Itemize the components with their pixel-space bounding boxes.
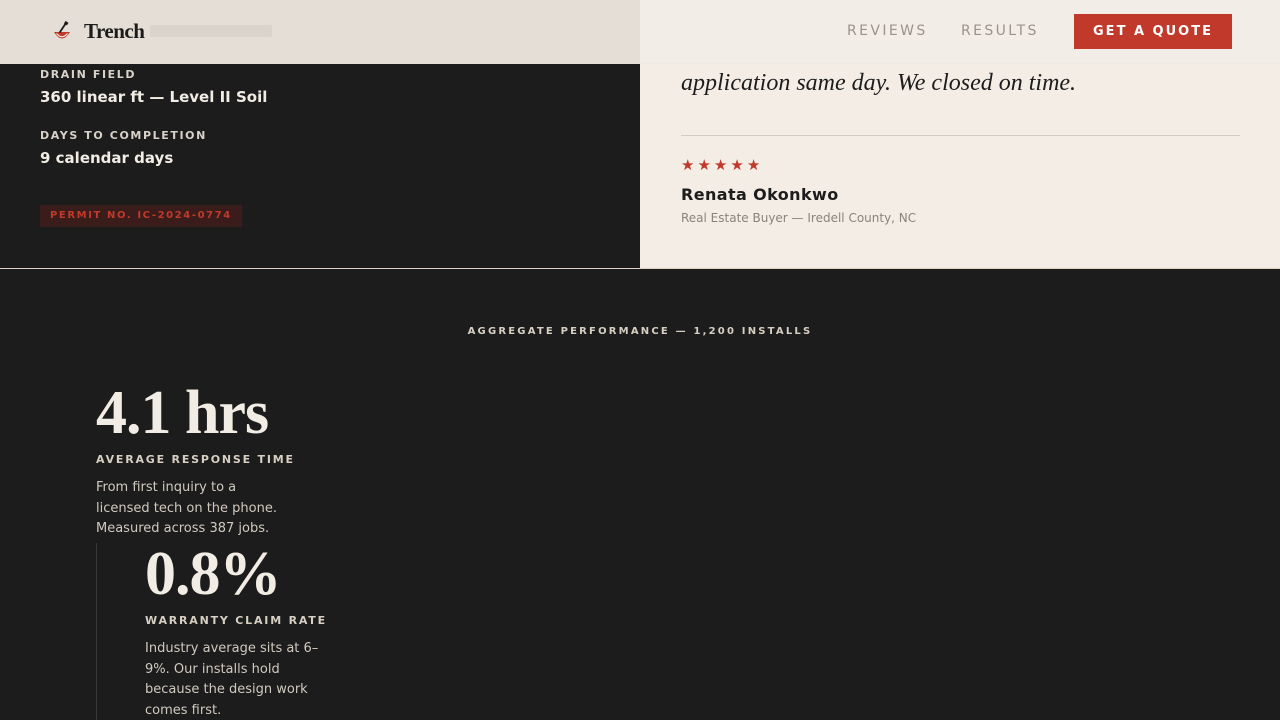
testimonial-quote: application same day. We closed on time. [681, 70, 1077, 96]
spec-label-drain-field: DRAIN FIELD [40, 68, 137, 81]
reviewer-name: Renata Okonkwo [681, 185, 839, 204]
spec-value-drain-field: 360 linear ft — Level II Soil [40, 88, 268, 106]
star-icon: ★ [746, 156, 761, 174]
aggregate-eyebrow: AGGREGATE PERFORMANCE — 1,200 INSTALLS [467, 326, 813, 337]
nav-link-reviews[interactable]: REVIEWS [847, 23, 928, 39]
stat-desc-warranty: Industry average sits at 6– 9%. Our inst… [145, 641, 319, 718]
reviewer-meta: Real Estate Buyer — Iredell County, NC [681, 211, 917, 225]
stat-desc-response-time: From first inquiry to a licensed tech on… [96, 480, 277, 536]
rating-stars: ★ ★ ★ ★ ★ [681, 156, 760, 174]
permit-badge: PERMIT NO. IC-2024-0774 [40, 205, 242, 227]
stat-number-response-time: 4.1 hrs [96, 379, 269, 447]
star-icon: ★ [730, 156, 744, 174]
stat-divider [96, 543, 97, 720]
testimonial-divider [681, 135, 1240, 136]
star-icon: ★ [713, 156, 728, 174]
stat-label-response-time: AVERAGE RESPONSE TIME [96, 453, 295, 466]
stat-label-warranty: WARRANTY CLAIM RATE [145, 614, 327, 627]
logo-wordmark[interactable]: Trench [84, 19, 145, 44]
nav-link-results[interactable]: RESULTS [961, 23, 1039, 39]
scroll-ghost-text [150, 25, 272, 37]
star-icon: ★ [697, 156, 711, 174]
spec-value-days: 9 calendar days [40, 149, 174, 167]
stat-number-warranty: 0.8% [145, 540, 281, 608]
get-a-quote-button[interactable]: GET A QUOTE [1074, 14, 1232, 49]
shovel-logo-icon [54, 21, 70, 39]
star-icon: ★ [681, 156, 695, 174]
spec-label-days: DAYS TO COMPLETION [40, 129, 207, 142]
section-divider [0, 268, 1280, 269]
site-header: Trench REVIEWS RESULTS GET A QUOTE [0, 0, 1280, 64]
